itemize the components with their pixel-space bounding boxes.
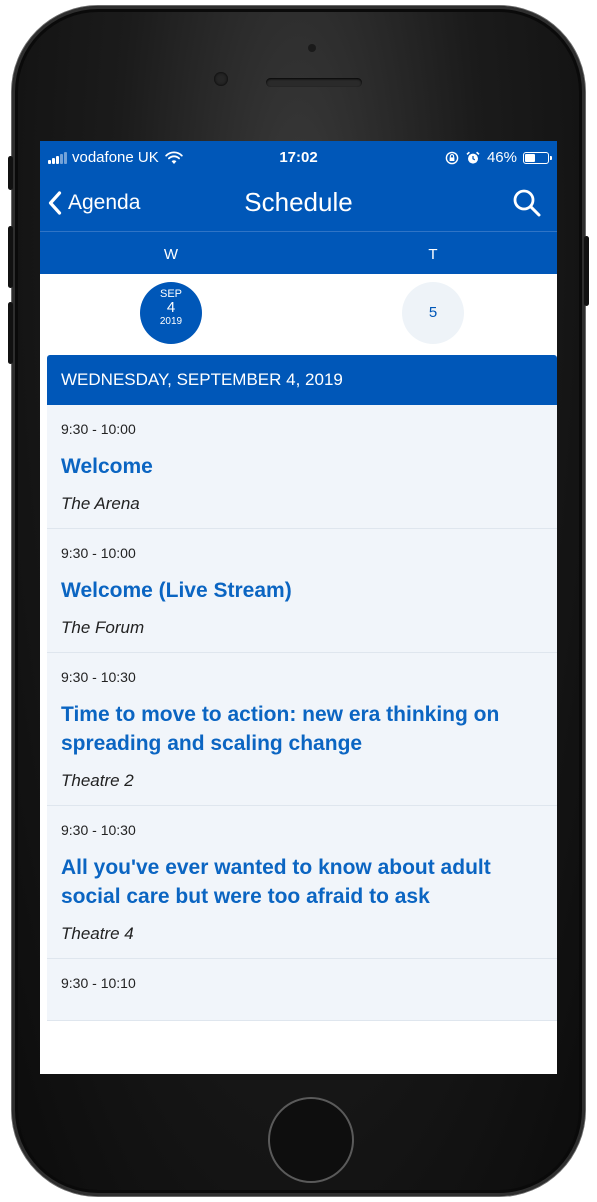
- navigation-bar: Agenda Schedule: [40, 175, 557, 231]
- session-time: 9:30 - 10:00: [61, 421, 136, 437]
- front-camera: [214, 72, 228, 86]
- session-row[interactable]: 9:30 - 10:10: [47, 959, 557, 1021]
- alarm-clock-icon: [466, 151, 480, 164]
- rotation-lock-icon: [445, 151, 459, 164]
- session-time: 9:30 - 10:30: [61, 822, 136, 838]
- session-location: The Forum: [61, 618, 145, 637]
- session-items: 9:30 - 10:00 Welcome The Arena 9:30 - 10:00…: [47, 405, 557, 1021]
- volume-down-button: [8, 302, 13, 364]
- battery-icon: [523, 151, 552, 164]
- date-sep-4-selected[interactable]: SEP 4 2019: [140, 282, 202, 344]
- selected-day: 4: [166, 299, 176, 316]
- weekday-strip: W T: [40, 231, 557, 274]
- session-title[interactable]: Time to move to action: new era thinking…: [61, 700, 543, 758]
- battery-level: [525, 153, 535, 162]
- status-right: 46%: [445, 149, 552, 166]
- status-bar: vodafone UK 17:02 46%: [40, 141, 557, 175]
- session-time: 9:30 - 10:30: [61, 669, 136, 685]
- session-title[interactable]: Welcome (Live Stream): [61, 576, 543, 605]
- session-time: 9:30 - 10:00: [61, 545, 136, 561]
- weekday-letter-thu: T: [428, 246, 438, 263]
- home-button[interactable]: [268, 1097, 354, 1183]
- session-title[interactable]: All you've ever wanted to know about adu…: [61, 853, 543, 911]
- session-location: Theatre 2: [61, 771, 134, 790]
- mute-switch: [8, 156, 13, 190]
- battery-percent: 46%: [486, 149, 517, 166]
- session-time: 9:30 - 10:10: [61, 975, 136, 991]
- session-row[interactable]: 9:30 - 10:30 All you've ever wanted to kn…: [47, 806, 557, 959]
- session-row[interactable]: 9:30 - 10:30 Time to move to action: new …: [47, 653, 557, 806]
- session-row[interactable]: 9:30 - 10:00 Welcome The Arena: [47, 405, 557, 529]
- selected-year: 2019: [159, 316, 183, 327]
- day-section-header: WEDNESDAY, SEPTEMBER 4, 2019: [47, 355, 557, 405]
- proximity-sensor: [308, 44, 316, 52]
- app-screen: vodafone UK 17:02 46% Agenda Schedule W …: [40, 141, 557, 1074]
- session-row[interactable]: 9:30 - 10:00 Welcome (Live Stream) The For…: [47, 529, 557, 653]
- search-button[interactable]: [511, 187, 543, 219]
- earpiece-speaker: [266, 78, 362, 87]
- session-location: Theatre 4: [61, 924, 134, 943]
- date-strip: SEP 4 2019 5: [40, 274, 557, 352]
- search-icon: [513, 189, 541, 217]
- date-5[interactable]: 5: [402, 282, 464, 344]
- session-location: The Arena: [61, 494, 140, 513]
- page-title: Schedule: [244, 187, 353, 217]
- weekday-letter-wed: W: [163, 246, 179, 263]
- session-list[interactable]: WEDNESDAY, SEPTEMBER 4, 2019 9:30 - 10:0…: [47, 355, 557, 1074]
- session-title[interactable]: Welcome: [61, 452, 543, 481]
- volume-up-button: [8, 226, 13, 288]
- power-button: [584, 236, 589, 306]
